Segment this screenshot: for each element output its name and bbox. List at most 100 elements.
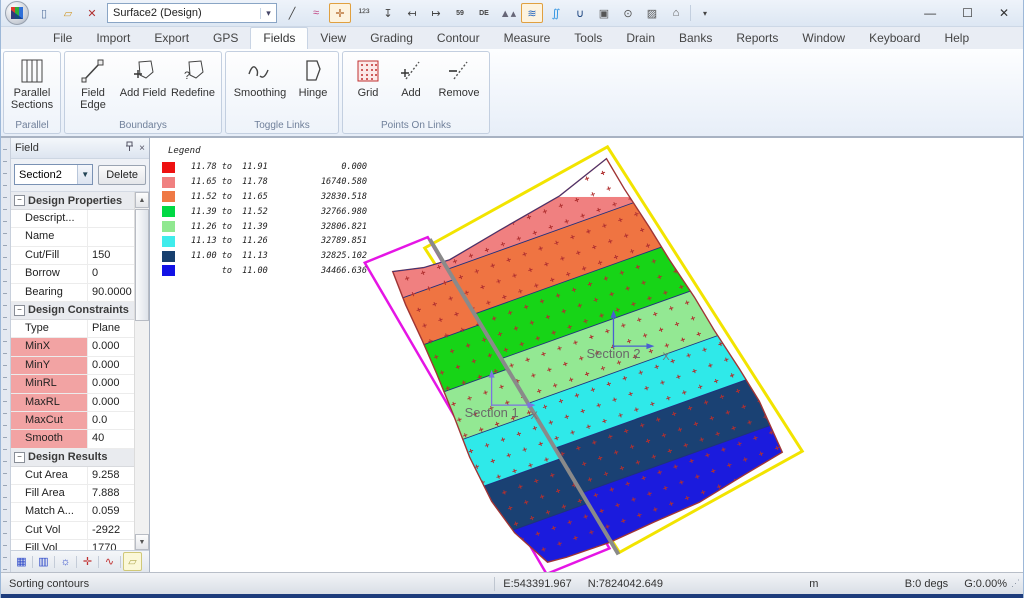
property-value[interactable]: 7.888 — [88, 485, 134, 502]
hinge-button[interactable]: Hinge — [292, 54, 334, 99]
category-header[interactable]: − Design Properties — [11, 192, 134, 210]
collapse-icon[interactable]: − — [14, 195, 25, 206]
property-row[interactable]: MinY 0.000 — [11, 356, 134, 376]
columns-view-icon[interactable]: ▥ — [35, 553, 52, 570]
close-doc-icon[interactable]: ✕ — [81, 3, 103, 23]
property-row[interactable]: Borrow 0 — [11, 265, 134, 284]
delete-button[interactable]: Delete — [98, 164, 146, 185]
close-button[interactable]: ✕ — [999, 6, 1009, 20]
scroll-up-icon[interactable]: ▲ — [135, 192, 149, 208]
chevron-down-icon[interactable]: ▾ — [260, 7, 276, 19]
map-canvas[interactable]: Section 1 X Section 2 X Legend 11.78 to … — [150, 138, 1023, 572]
profile-curve-icon[interactable]: ∿ — [101, 553, 118, 570]
collapse-icon[interactable]: − — [14, 451, 25, 463]
zoom-icon[interactable]: ⊙ — [617, 3, 639, 23]
open-folder-icon[interactable]: ▱ — [57, 3, 79, 23]
property-value[interactable]: 40 — [88, 430, 134, 447]
parallel-sections-button[interactable]: Parallel Sections — [8, 54, 56, 111]
scrollbar-thumb[interactable] — [135, 209, 149, 321]
tab-reports[interactable]: Reports — [724, 28, 790, 49]
tab-measure[interactable]: Measure — [492, 28, 563, 49]
tab-grading[interactable]: Grading — [358, 28, 425, 49]
maximize-button[interactable]: ☐ — [962, 6, 973, 20]
level-right-icon[interactable]: ↦ — [425, 3, 447, 23]
property-value[interactable] — [88, 228, 134, 245]
property-row[interactable]: Smooth 40 — [11, 430, 134, 449]
property-value[interactable]: Plane — [88, 320, 134, 337]
property-row[interactable]: Type Plane — [11, 319, 134, 339]
property-row[interactable]: Descript... — [11, 210, 134, 229]
document-selector[interactable]: Surface2 (Design) ▾ — [107, 3, 277, 23]
property-row[interactable]: MaxCut 0.0 — [11, 411, 134, 431]
property-row[interactable]: Cut/Fill 150 — [11, 246, 134, 266]
property-row[interactable]: Fill Area 7.888 — [11, 485, 134, 504]
property-row[interactable]: Cut Area 9.258 — [11, 466, 134, 486]
tab-drain[interactable]: Drain — [614, 28, 667, 49]
property-value[interactable]: 9.258 — [88, 467, 134, 484]
grid-view-icon[interactable]: ▦ — [13, 553, 30, 570]
scroll-down-icon[interactable]: ▼ — [135, 534, 149, 550]
codes-de-icon[interactable]: DE — [473, 3, 495, 23]
tab-fields[interactable]: Fields — [250, 27, 309, 49]
draw-polyline-icon[interactable]: ╱ — [281, 3, 303, 23]
app-logo-icon[interactable] — [5, 1, 29, 25]
tab-window[interactable]: Window — [790, 28, 857, 49]
property-value[interactable]: 150 — [88, 247, 134, 264]
field-edge-button[interactable]: Field Edge — [69, 54, 117, 111]
property-value[interactable]: 90.0000 — [88, 284, 134, 301]
property-value[interactable]: 0 — [88, 265, 134, 282]
tab-help[interactable]: Help — [932, 28, 981, 49]
redefine-button[interactable]: ? Redefine — [169, 54, 217, 99]
add-field-button[interactable]: Add Field — [119, 54, 167, 99]
property-row[interactable]: MaxRL 0.000 — [11, 393, 134, 412]
property-row[interactable]: MinX 0.000 — [11, 338, 134, 357]
property-row[interactable]: Fill Vol 1770 — [11, 540, 134, 550]
property-value[interactable]: 0.000 — [88, 357, 134, 374]
tab-view[interactable]: View — [308, 28, 358, 49]
property-row[interactable]: Match A... 0.059 — [11, 503, 134, 522]
codes-59-icon[interactable]: 59 — [449, 3, 471, 23]
points-icon[interactable]: ✛ — [79, 553, 96, 570]
close-panel-icon[interactable]: × — [139, 143, 145, 154]
add-link-points-button[interactable]: Add — [391, 54, 431, 99]
home-icon[interactable]: ⌂ — [665, 3, 687, 23]
resize-grip[interactable]: ⋰ — [1011, 578, 1021, 589]
property-row[interactable]: MinRL 0.000 — [11, 375, 134, 394]
settings-sun-icon[interactable]: ☼ — [57, 553, 74, 570]
tab-contour[interactable]: Contour — [425, 28, 492, 49]
pin-icon[interactable] — [125, 141, 134, 155]
tab-tools[interactable]: Tools — [562, 28, 614, 49]
triangulate-icon[interactable]: ▲▴ — [497, 3, 519, 23]
contours-icon[interactable]: ≋ — [521, 3, 543, 23]
smoothing-button[interactable]: Smoothing — [230, 54, 290, 99]
grid-points-button[interactable]: Grid — [347, 54, 389, 99]
level-left-icon[interactable]: ↤ — [401, 3, 423, 23]
property-value[interactable]: 0.000 — [88, 394, 134, 411]
property-value[interactable] — [88, 210, 134, 227]
minimize-button[interactable]: — — [924, 6, 936, 20]
collapse-icon[interactable]: − — [14, 304, 25, 316]
tab-banks[interactable]: Banks — [667, 28, 724, 49]
tab-file[interactable]: File — [41, 28, 84, 49]
property-row[interactable]: Cut Vol -2922 — [11, 521, 134, 541]
tab-gps[interactable]: GPS — [201, 28, 250, 49]
level-down-icon[interactable]: ↧ — [377, 3, 399, 23]
property-value[interactable]: 0.000 — [88, 338, 134, 355]
active-tool-icon[interactable]: ▱ — [123, 552, 142, 571]
property-row[interactable]: Bearing 90.0000 — [11, 283, 134, 302]
tab-keyboard[interactable]: Keyboard — [857, 28, 932, 49]
new-file-icon[interactable]: ▯ — [33, 3, 55, 23]
property-value[interactable]: 0.059 — [88, 503, 134, 520]
colored-profile-icon[interactable]: ≈ — [305, 3, 327, 23]
property-grid-scrollbar[interactable]: ▲ ▼ — [134, 192, 149, 550]
tab-import[interactable]: Import — [84, 28, 142, 49]
point-numbers-icon[interactable]: ¹²³ — [353, 3, 375, 23]
add-points-icon[interactable]: ✛ — [329, 3, 351, 23]
valley-icon[interactable]: ∪ — [569, 3, 591, 23]
category-header[interactable]: − Design Results — [11, 448, 134, 467]
hatch-icon[interactable]: ▨ — [641, 3, 663, 23]
remove-link-points-button[interactable]: Remove — [433, 54, 485, 99]
section-select[interactable]: Section2 ▼ — [14, 164, 94, 185]
qat-overflow-icon[interactable]: ▾ — [694, 3, 716, 23]
property-row[interactable]: Name — [11, 228, 134, 247]
